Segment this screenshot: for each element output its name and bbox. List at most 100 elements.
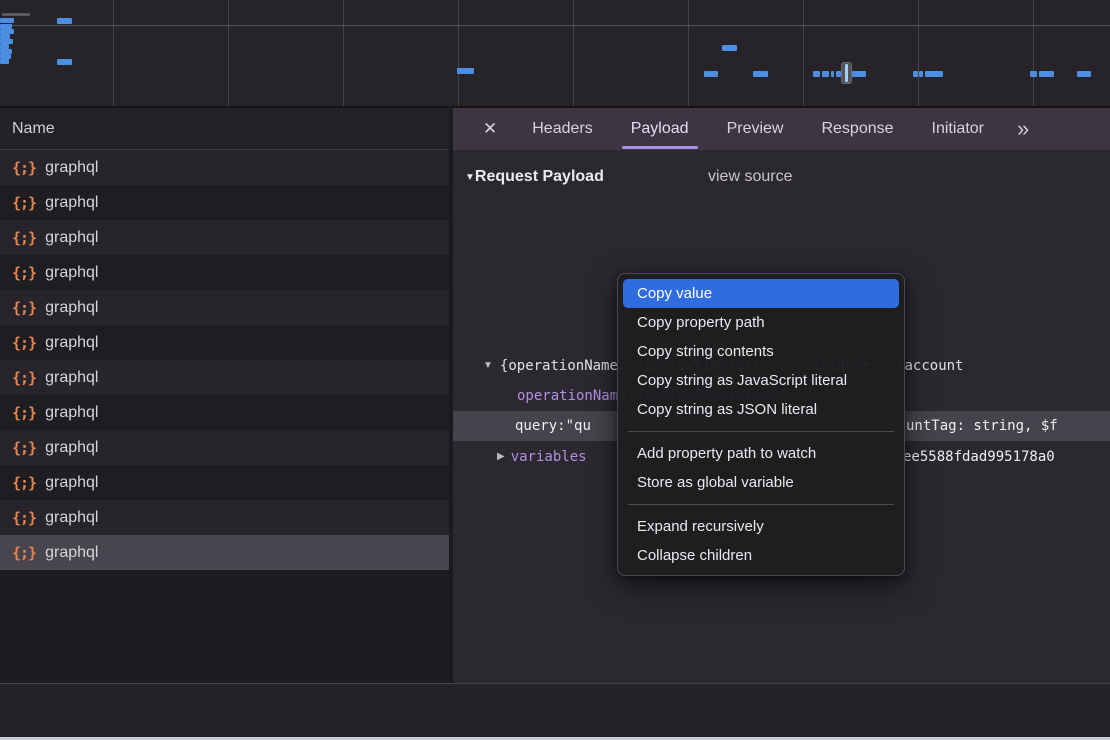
table-row[interactable]: {;}graphql [0,500,451,535]
waterfall-bar[interactable] [831,71,834,77]
close-detail-button[interactable]: ✕ [453,108,513,150]
json-braces-icon: {;} [12,474,36,492]
tab-headers[interactable]: Headers [513,108,611,150]
request-name: graphql [45,159,98,177]
property-key: variables [511,449,587,465]
json-braces-icon: {;} [12,404,36,422]
expand-triangle-icon[interactable]: ▶ [497,451,505,462]
tab-preview[interactable]: Preview [708,108,803,150]
request-name: graphql [45,439,98,457]
waterfall-bar[interactable] [1030,71,1037,77]
table-row[interactable]: {;} graphql [0,430,451,465]
tab-response[interactable]: Response [802,108,912,150]
request-name: graphql [45,299,98,317]
json-braces-icon: {;} [12,334,36,352]
tab-payload[interactable]: Payload [612,108,708,150]
waterfall-bar[interactable] [57,18,72,24]
view-source-link[interactable]: view source [708,168,792,186]
waterfall-bar[interactable] [919,71,923,77]
menu-item-label: Copy string contents [637,343,774,360]
menu-item-label: Store as global variable [637,474,794,491]
table-row[interactable]: {;} graphql [0,325,451,360]
table-row[interactable]: {;}graphql [0,150,451,185]
waterfall-bar[interactable] [57,59,72,65]
variables-value-fragment: ee5588fdad995178a0 [903,449,1055,465]
json-braces-icon: {;} [12,264,36,282]
context-menu-item[interactable]: Store as global variable [623,468,899,497]
menu-item-label: Add property path to watch [637,445,816,462]
menu-item-label: Copy string as JavaScript literal [637,372,847,389]
table-row[interactable]: {;}graphql [0,535,451,570]
timeline-gridline [803,0,804,106]
menu-separator [628,504,894,505]
collapse-triangle-icon[interactable]: ▼ [483,360,493,371]
request-name: graphql [45,264,98,282]
waterfall-bar[interactable] [753,71,768,77]
waterfall-bar[interactable] [913,71,918,77]
waterfall-bar[interactable] [704,71,718,77]
waterfall-bar[interactable] [457,68,474,74]
table-row[interactable]: {;} graphql [0,290,451,325]
context-menu-item[interactable]: Copy value [623,279,899,308]
waterfall-bar[interactable] [822,71,829,77]
property-value-partial: "qu [566,418,591,434]
query-value-fragment: untTag: string, $f [906,418,1058,434]
context-menu-item[interactable]: Copy string as JavaScript literal [623,366,899,395]
json-braces-icon: {;} [12,229,36,247]
tab-label: Payload [631,120,689,138]
table-row[interactable]: {;} graphql [0,220,451,255]
context-menu-item[interactable]: Expand recursively [623,512,899,541]
status-bar [0,684,1110,737]
timeline-gridline [918,0,919,106]
tab-label: Response [821,120,893,138]
waterfall-bar[interactable] [925,71,943,77]
table-row[interactable]: {;} graphql [0,255,451,290]
context-menu: Copy value Copy property path Copy string … [617,273,905,576]
waterfall-bar[interactable] [722,45,737,51]
table-row[interactable]: {;} graphql [0,395,451,430]
request-payload-section-header[interactable]: ▼ Request Payload view source [453,163,1110,191]
waterfall-bar[interactable] [0,59,9,64]
context-menu-item[interactable]: Copy string as JSON literal [623,395,899,424]
selected-request-marker-line [845,64,848,82]
table-row[interactable]: {;} graphql [0,185,451,220]
tab-label: Preview [727,120,784,138]
context-menu-item[interactable]: Copy string contents [623,337,899,366]
context-menu-item[interactable]: Copy property path [623,308,899,337]
timeline-gridline-horizontal [0,25,1110,26]
request-name: graphql [45,229,98,247]
table-row[interactable]: {;}graphql [0,360,451,395]
menu-item-label: Copy property path [637,314,765,331]
waterfall-bar[interactable] [0,18,14,23]
waterfall-bar[interactable] [1039,71,1054,77]
network-overview-timeline[interactable] [0,0,1110,106]
request-list: {;} graphql {;} graphql {;} graphql {;} graphql… [0,150,451,683]
devtools-network-panel: Name ✕ Headers Payload Preview Response Init… [0,0,1110,740]
json-braces-icon: {;} [12,194,36,212]
context-menu-item[interactable]: Add property path to watch [623,439,899,468]
waterfall-bar[interactable] [2,13,30,16]
chevron-double-right-icon: » [1017,116,1027,142]
name-column-header[interactable]: Name [0,108,451,150]
menu-item-label: Copy string as JSON literal [637,401,817,418]
property-key: query [515,418,557,434]
json-braces-icon: {;} [12,439,36,457]
section-collapse-triangle-icon[interactable]: ▼ [465,172,475,183]
timeline-gridline [228,0,229,106]
context-menu-item[interactable]: Collapse children [623,541,899,570]
table-row[interactable]: {;}graphql [0,465,451,500]
waterfall-bar[interactable] [813,71,820,77]
property-key: operationName [517,388,627,404]
menu-item-label: Collapse children [637,547,752,564]
detail-tabbar: ✕ Headers Payload Preview Response Initiator… [453,108,1110,150]
tab-label: Initiator [932,120,984,138]
request-name: graphql [45,334,98,352]
waterfall-bar[interactable] [1077,71,1091,77]
request-name: graphql [45,404,98,422]
tab-initiator[interactable]: Initiator [913,108,1003,150]
waterfall-bar[interactable] [852,71,866,77]
json-braces-icon: {;} [12,299,36,317]
json-braces-icon: {;} [12,544,36,562]
more-tabs-button[interactable]: » [1003,108,1041,150]
request-name: graphql [45,194,98,212]
